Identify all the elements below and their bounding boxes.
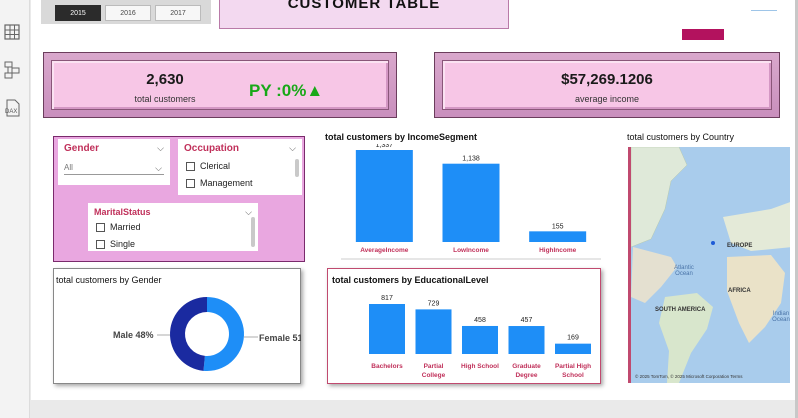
maritalstatus-slicer[interactable]: MaritalStatus ⌵ Married Single: [88, 203, 258, 251]
data-label: 1,138: [462, 156, 480, 163]
category-label: Partial: [424, 363, 444, 370]
gender-dropdown[interactable]: All ⌵: [64, 161, 164, 175]
kpi-inner: $57,269.1206 average income: [442, 60, 772, 110]
bar[interactable]: [369, 304, 405, 354]
map-label-south-america: SOUTH AMERICA: [655, 307, 706, 313]
map-ocean-indian: Indian Ocean: [772, 311, 790, 323]
option-label: Single: [110, 239, 136, 249]
category-label: Bachelors: [371, 363, 403, 370]
gender-slicer[interactable]: Gender ⌵ All ⌵: [58, 139, 170, 185]
data-label: 155: [552, 223, 564, 230]
educational-level-chart[interactable]: 817 Bachelors 729 Partial College 458 High Sch…: [329, 288, 601, 384]
left-rail: DAX: [0, 0, 30, 418]
data-label: 457: [521, 317, 533, 324]
customers-map[interactable]: EUROPE AFRICA SOUTH AMERICA Atlantic Oce…: [628, 147, 790, 383]
kpi-card-income: $57,269.1206 average income: [434, 52, 780, 118]
map-attribution: © 2025 TomTom, © 2025 Microsoft Corporat…: [635, 374, 743, 379]
category-label: School: [562, 372, 584, 379]
year-button-2016[interactable]: 2016: [105, 5, 151, 21]
chevron-down-icon[interactable]: ⌵: [289, 143, 296, 154]
dax-label: DAX: [5, 109, 17, 115]
map-credit: © 2025 TomTom, © 2025 Microsoft Corporat…: [635, 374, 730, 379]
bar[interactable]: [355, 150, 413, 242]
slicer-title: MaritalStatus: [94, 207, 151, 217]
data-label: 458: [474, 317, 486, 324]
table-icon[interactable]: [2, 22, 22, 42]
gender-chart-title: total customers by Gender: [56, 275, 162, 285]
category-label: Degree: [515, 372, 537, 379]
checkbox-icon[interactable]: [186, 179, 195, 189]
map-terms-link[interactable]: Terms: [730, 374, 742, 379]
scrollbar[interactable]: [251, 217, 255, 247]
income-chart-title: total customers by IncomeSegment: [325, 132, 478, 142]
bar[interactable]: [508, 326, 545, 354]
data-label: 729: [428, 300, 440, 307]
donut-slice-female[interactable]: [203, 297, 245, 371]
category-label: AverageIncome: [360, 247, 409, 254]
category-label: HighIncome: [539, 247, 577, 254]
map-landmass: [631, 147, 790, 383]
category-label: Partial High: [555, 363, 591, 370]
slice-label-male: Male 48%: [113, 330, 154, 340]
map-label-africa: AFRICA: [728, 288, 751, 294]
education-chart-title: total customers by EducationalLevel: [332, 275, 489, 285]
marital-option[interactable]: Single: [96, 238, 135, 250]
data-label: 1,337: [376, 144, 394, 149]
option-label: Management: [200, 178, 253, 188]
up-arrow-icon: ▲: [306, 81, 324, 100]
occupation-option[interactable]: Management: [186, 177, 253, 189]
occupation-option[interactable]: Clerical: [186, 160, 230, 172]
occupation-slicer[interactable]: Occupation ⌵ Clerical Management: [178, 139, 302, 195]
map-title: total customers by Country: [627, 132, 735, 142]
data-label: 817: [381, 295, 393, 302]
category-label: LowIncome: [453, 247, 489, 254]
kpi-card-customers: 2,630 total customers: [43, 52, 397, 118]
map-ocean-atlantic: Atlantic Ocean: [674, 265, 694, 277]
slice-label-female: Female 51%: [259, 333, 301, 343]
slicer-panel: Gender ⌵ All ⌵ Occupation ⌵ Clerical Man…: [53, 136, 305, 262]
bar[interactable]: [415, 309, 452, 354]
checkbox-icon[interactable]: [186, 162, 195, 172]
chevron-down-icon[interactable]: ⌵: [157, 143, 164, 154]
slicer-title: Occupation: [184, 143, 240, 154]
chevron-down-icon: ⌵: [155, 163, 162, 173]
slicer-title: Gender: [64, 143, 100, 154]
scrollbar[interactable]: [295, 159, 299, 177]
checkbox-icon[interactable]: [96, 223, 105, 233]
report-title: CUSTOMER TABLE: [287, 0, 441, 12]
year-button-2017[interactable]: 2017: [155, 5, 201, 21]
map-label-europe: EUROPE: [727, 243, 753, 249]
magenta-button[interactable]: [682, 29, 724, 40]
kpi-value: $57,269.1206: [561, 71, 653, 88]
category-label: High School: [461, 363, 499, 370]
option-label: Clerical: [200, 161, 231, 171]
dropdown-value: All: [64, 163, 73, 172]
bar[interactable]: [529, 231, 587, 242]
marital-option[interactable]: Married: [96, 221, 141, 233]
year-button-2015[interactable]: 2015: [55, 5, 101, 21]
option-label: Married: [110, 222, 141, 232]
bar[interactable]: [555, 343, 591, 354]
donut-slice-male[interactable]: [170, 297, 207, 371]
data-label: 169: [567, 335, 579, 342]
kpi-inner: 2,630 total customers: [51, 60, 389, 110]
bar[interactable]: [462, 325, 498, 354]
report-canvas: 2015 2016 2017 CUSTOMER TABLE 2,630 tota…: [31, 0, 795, 400]
py-indicator: PY :0%▲: [249, 81, 323, 101]
checkbox-icon[interactable]: [96, 240, 105, 250]
gender-donut-chart[interactable]: Male 48% Female 51%: [53, 286, 301, 382]
year-slicer: 2015 2016 2017: [41, 0, 211, 24]
report-title-box: CUSTOMER TABLE: [219, 0, 509, 29]
category-label: College: [422, 372, 446, 379]
bar[interactable]: [442, 163, 500, 242]
divider-line: [751, 10, 777, 11]
py-text: PY :0%: [249, 81, 307, 100]
income-segment-chart[interactable]: 1,337 AverageIncome 1,138 LowIncome 155 HighI…: [321, 144, 601, 260]
category-label: Graduate: [512, 363, 541, 370]
kpi-label: average income: [574, 94, 640, 104]
